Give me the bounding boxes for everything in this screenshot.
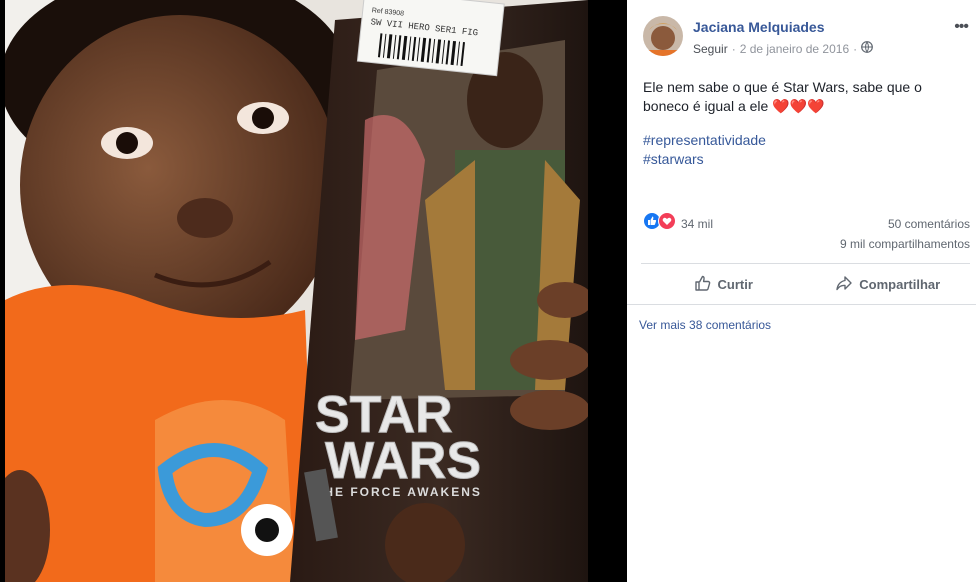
- thumbs-up-icon: [694, 274, 712, 295]
- meta-separator: ·: [731, 41, 736, 56]
- box-subtitle: THE FORCE AWAKENS: [315, 485, 482, 499]
- like-label: Curtir: [717, 276, 753, 292]
- hashtag-link[interactable]: #starwars: [643, 150, 766, 169]
- hearts-emoji: ❤️❤️❤️: [772, 98, 825, 114]
- post-photo[interactable]: Ref 83908 SW VII HERO SER1 FIG STAR WARS…: [5, 0, 588, 582]
- share-icon: [835, 274, 853, 295]
- share-button[interactable]: Compartilhar: [806, 264, 971, 304]
- avatar-image: [643, 16, 683, 56]
- divider: [627, 304, 976, 305]
- author-name[interactable]: Jaciana Melquiades: [693, 19, 825, 35]
- hashtag-link[interactable]: #representatividade: [643, 131, 766, 150]
- post-text-line2: boneco é igual a ele: [643, 98, 769, 114]
- post-text-line1: Ele nem sabe o que é Star Wars, sabe que…: [643, 79, 922, 95]
- view-more-comments-link[interactable]: Ver mais 38 comentários: [639, 318, 771, 332]
- follow-link[interactable]: Seguir: [693, 42, 728, 56]
- post-date[interactable]: 2 de janeiro de 2016: [740, 42, 849, 56]
- reactions-summary[interactable]: 34 mil: [643, 212, 713, 235]
- photo-illustration: Ref 83908 SW VII HERO SER1 FIG STAR WARS…: [5, 0, 588, 582]
- post-text-line2-wrap: boneco é igual a ele ❤️❤️❤️: [643, 97, 963, 116]
- like-button[interactable]: Curtir: [641, 264, 806, 304]
- avatar[interactable]: [643, 16, 683, 56]
- meta-separator-2: ·: [853, 41, 858, 56]
- globe-icon: [861, 41, 874, 56]
- reactions-count[interactable]: 34 mil: [681, 217, 713, 231]
- share-label: Compartilhar: [859, 276, 941, 292]
- action-bar: Curtir Compartilhar: [641, 264, 970, 304]
- hashtags: #representatividade #starwars: [643, 131, 766, 169]
- box-title-wars: WARS: [325, 432, 481, 490]
- comments-count[interactable]: 50 comentários: [840, 214, 970, 234]
- post-meta: Seguir · 2 de janeiro de 2016 ·: [693, 41, 874, 56]
- post-text: Ele nem sabe o que é Star Wars, sabe que…: [643, 78, 963, 116]
- more-options-icon[interactable]: •••: [954, 18, 969, 36]
- shares-count[interactable]: 9 mil compartilhamentos: [840, 234, 970, 254]
- post-sidebar: Jaciana Melquiades Seguir · 2 de janeiro…: [627, 0, 976, 582]
- photo-viewer[interactable]: Ref 83908 SW VII HERO SER1 FIG STAR WARS…: [0, 0, 627, 582]
- love-reaction-icon: [658, 212, 676, 235]
- engagement-stats: 50 comentários 9 mil compartilhamentos: [840, 214, 970, 254]
